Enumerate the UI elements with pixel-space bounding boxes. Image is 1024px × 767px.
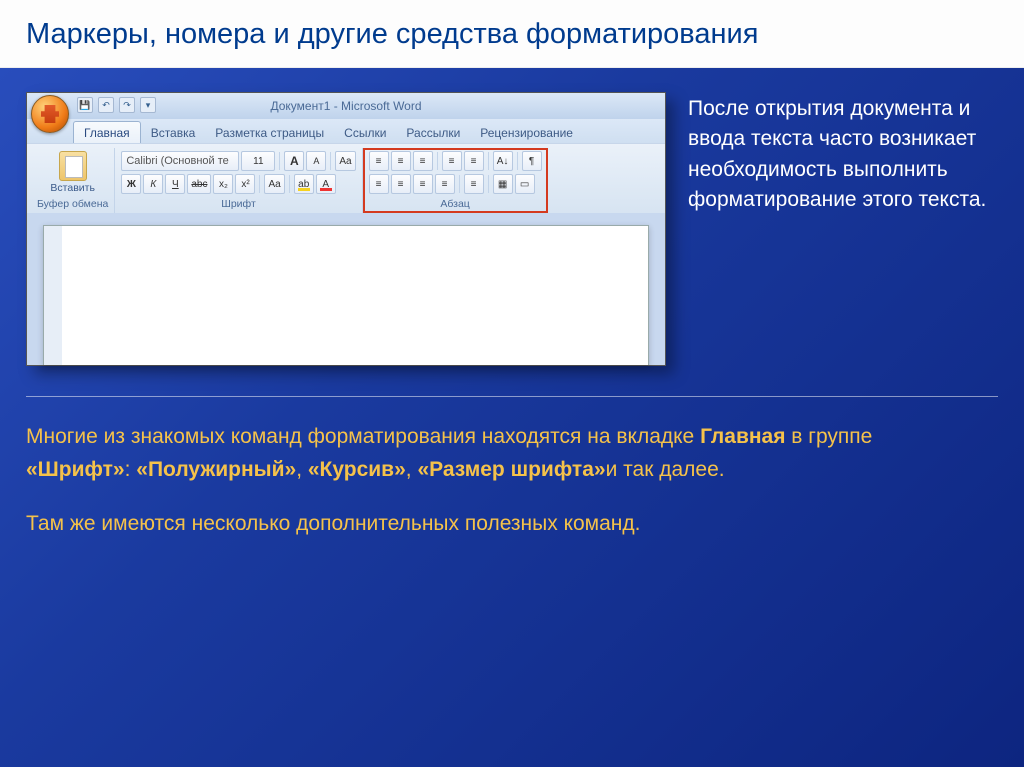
tab-mailings[interactable]: Рассылки: [396, 122, 470, 143]
justify-button[interactable]: ≡: [435, 174, 455, 194]
separator: [330, 152, 331, 170]
borders-button[interactable]: ▭: [515, 174, 535, 194]
line-spacing-button[interactable]: ≡: [464, 174, 484, 194]
align-right-button[interactable]: ≡: [413, 174, 433, 194]
highlight-button[interactable]: ab: [294, 174, 314, 194]
strike-button[interactable]: abc: [187, 174, 211, 194]
align-center-button[interactable]: ≡: [391, 174, 411, 194]
shrink-font-button[interactable]: A: [306, 151, 326, 171]
em-font: «Шрифт»: [26, 458, 125, 481]
sort-button[interactable]: A↓: [493, 151, 513, 171]
document-title: Документ1 - Microsoft Word: [270, 99, 421, 113]
tab-references[interactable]: Ссылки: [334, 122, 396, 143]
quick-access-toolbar: 💾 ↶ ↷ ▾: [77, 97, 156, 113]
text: Многие из знакомых команд форматирования…: [26, 425, 700, 448]
group-font: Calibri (Основной те 11 A A Aa Ж К Ч: [115, 148, 362, 213]
increase-indent-button[interactable]: ≡: [464, 151, 484, 171]
subscript-button[interactable]: x₂: [213, 174, 233, 194]
clear-format-button[interactable]: Aa: [335, 151, 355, 171]
document-area: [27, 213, 665, 365]
group-clipboard: Вставить Буфер обмена: [31, 148, 115, 213]
separator: [488, 152, 489, 170]
slide-content: 💾 ↶ ↷ ▾ Документ1 - Microsoft Word Главн…: [0, 68, 1024, 541]
font-name-combo[interactable]: Calibri (Основной те: [121, 151, 239, 171]
tab-home[interactable]: Главная: [73, 121, 141, 143]
body-text: Многие из знакомых команд форматирования…: [26, 421, 966, 541]
em-bold: «Полужирный»: [136, 458, 296, 481]
body-p2: Там же имеются несколько дополнительных …: [26, 508, 966, 541]
office-button[interactable]: [31, 95, 69, 133]
change-case-button[interactable]: Aa: [264, 174, 284, 194]
align-left-button[interactable]: ≡: [369, 174, 389, 194]
grow-font-button[interactable]: A: [284, 151, 304, 171]
em-home: Главная: [700, 425, 785, 448]
paste-label: Вставить: [50, 182, 95, 194]
titlebar: 💾 ↶ ↷ ▾ Документ1 - Microsoft Word: [27, 93, 665, 119]
text: ,: [296, 458, 308, 481]
font-color-button[interactable]: A: [316, 174, 336, 194]
group-label-paragraph: Абзац: [440, 196, 469, 211]
undo-icon[interactable]: ↶: [98, 97, 114, 113]
text: :: [125, 458, 137, 481]
em-size: «Размер шрифта»: [417, 458, 605, 481]
word-window: 💾 ↶ ↷ ▾ Документ1 - Microsoft Word Главн…: [26, 92, 666, 366]
separator: [488, 175, 489, 193]
slide-title: Маркеры, номера и другие средства формат…: [0, 0, 1024, 68]
body-p1: Многие из знакомых команд форматирования…: [26, 421, 966, 486]
paste-icon: [59, 151, 87, 181]
multilevel-button[interactable]: ≡: [413, 151, 433, 171]
qat-more-icon[interactable]: ▾: [140, 97, 156, 113]
separator: [259, 175, 260, 193]
divider: [26, 396, 998, 397]
separator: [289, 175, 290, 193]
text: ,: [406, 458, 418, 481]
separator: [437, 152, 438, 170]
font-size-combo[interactable]: 11: [241, 151, 275, 171]
ribbon-tabs: Главная Вставка Разметка страницы Ссылки…: [27, 119, 665, 143]
paste-button[interactable]: Вставить: [51, 151, 95, 194]
italic-button[interactable]: К: [143, 174, 163, 194]
save-icon[interactable]: 💾: [77, 97, 93, 113]
numbering-button[interactable]: ≡: [391, 151, 411, 171]
em-italic: «Курсив»: [308, 458, 406, 481]
superscript-button[interactable]: x²: [235, 174, 255, 194]
shading-button[interactable]: ▦: [493, 174, 513, 194]
tab-page-layout[interactable]: Разметка страницы: [205, 122, 334, 143]
text: в группе: [785, 425, 872, 448]
separator: [459, 175, 460, 193]
separator: [279, 152, 280, 170]
bold-button[interactable]: Ж: [121, 174, 141, 194]
tab-insert[interactable]: Вставка: [141, 122, 206, 143]
text: и так далее.: [606, 458, 725, 481]
group-label-clipboard: Буфер обмена: [37, 196, 108, 211]
underline-button[interactable]: Ч: [165, 174, 185, 194]
side-paragraph: После открытия документа и ввода текста …: [688, 92, 998, 216]
redo-icon[interactable]: ↷: [119, 97, 135, 113]
decrease-indent-button[interactable]: ≡: [442, 151, 462, 171]
tab-review[interactable]: Рецензирование: [470, 122, 583, 143]
separator: [517, 152, 518, 170]
group-paragraph: ≡ ≡ ≡ ≡ ≡ A↓ ¶ ≡: [363, 148, 548, 213]
show-marks-button[interactable]: ¶: [522, 151, 542, 171]
group-label-font: Шрифт: [221, 196, 256, 211]
document-page[interactable]: [43, 225, 649, 365]
ribbon: Вставить Буфер обмена Calibri (Основной …: [27, 143, 665, 213]
bullets-button[interactable]: ≡: [369, 151, 389, 171]
